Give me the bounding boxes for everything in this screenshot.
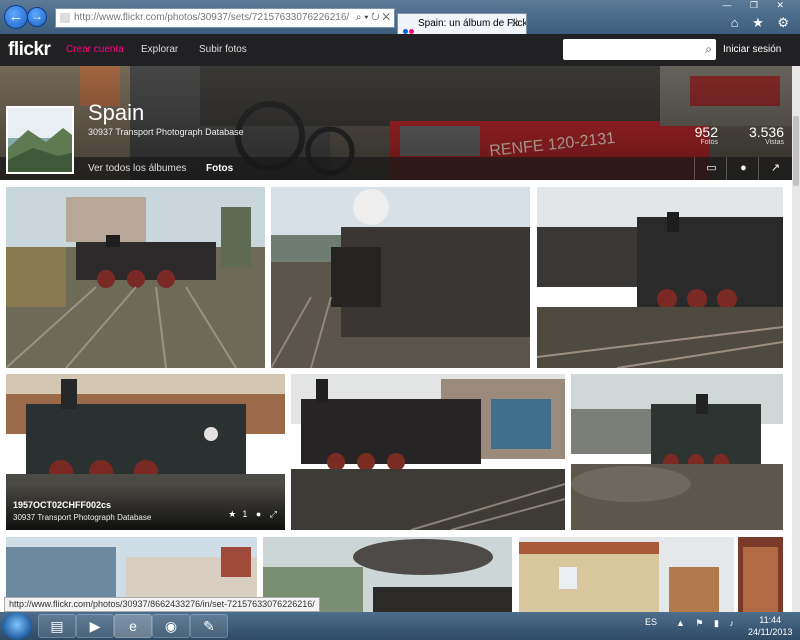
search-input[interactable]: ⌕ — [563, 39, 716, 60]
photo-image — [738, 537, 783, 617]
photo-image — [6, 187, 265, 368]
page-scrollbar[interactable] — [792, 66, 800, 612]
photo-tile[interactable] — [291, 374, 565, 530]
photo-tile[interactable] — [738, 537, 783, 617]
nav-create-account[interactable]: Crear cuenta — [66, 44, 124, 55]
slideshow-button[interactable]: ▭ — [694, 157, 728, 180]
photo-image — [271, 187, 530, 368]
comment-icon: ● — [740, 162, 747, 174]
ie-taskbar-icon[interactable]: e — [114, 614, 152, 638]
photo-author[interactable]: 30937 Transport Photograph Database — [13, 513, 151, 522]
scrollbar-thumb[interactable] — [793, 116, 799, 186]
share-icon: ↗ — [770, 162, 781, 174]
nav-explore[interactable]: Explorar — [141, 44, 178, 55]
stat-photos: 952 Fotos — [678, 124, 718, 146]
chrome-taskbar-icon[interactable]: ◉ — [152, 614, 190, 638]
album-owner[interactable]: 30937 Transport Photograph Database — [88, 127, 244, 137]
site-favicon — [60, 13, 70, 23]
explorer-taskbar-icon[interactable]: ▤ — [38, 614, 76, 638]
photo-tile[interactable] — [537, 187, 783, 368]
window-controls[interactable]: — ❐ ✕ — [722, 0, 792, 11]
stat-views: 3.536 Vistas — [738, 124, 784, 146]
windows-taskbar: ▤ ▶ e ◉ ✎ ES ▲ ⚑ ▮ ♪ 11:44 24/11/2013 — [0, 612, 800, 640]
search-icon[interactable]: ⌕ — [705, 42, 712, 57]
comment-icon[interactable]: ● — [256, 509, 261, 519]
address-bar[interactable]: http://www.flickr.com/photos/30937/sets/… — [55, 8, 395, 28]
flickr-tab-icon — [403, 22, 415, 34]
photo-title[interactable]: 1957OCT02CHFF002cs — [13, 500, 111, 510]
stat-views-value: 3.536 — [748, 124, 784, 140]
fave-star-icon[interactable]: ★ — [228, 509, 236, 519]
photo-actions: ★ 1 ● ⤢ — [222, 509, 277, 520]
language-indicator[interactable]: ES — [645, 617, 657, 627]
photo-tile[interactable] — [271, 187, 530, 368]
photo-tile[interactable] — [571, 374, 783, 530]
status-bar-url: http://www.flickr.com/photos/30937/86624… — [4, 597, 320, 612]
comments-button[interactable]: ● — [726, 157, 760, 180]
photo-tile[interactable]: 1957OCT02CHFF002cs 30937 Transport Photo… — [6, 374, 285, 530]
tab-photos[interactable]: Fotos — [206, 163, 233, 174]
start-button[interactable] — [2, 612, 32, 640]
tab-all-albums[interactable]: Ver todos los álbumes — [88, 163, 186, 174]
browser-tool-icons[interactable]: ⌂ ★ ⚙ — [731, 15, 794, 31]
login-link[interactable]: Iniciar sesión — [723, 44, 781, 55]
system-clock[interactable]: 11:44 24/11/2013 — [748, 614, 792, 638]
photo-grid: 1957OCT02CHFF002cs 30937 Transport Photo… — [0, 180, 800, 617]
browser-toolbar: ← → http://www.flickr.com/photos/30937/s… — [0, 0, 800, 34]
photo-image — [291, 374, 565, 530]
address-text: http://www.flickr.com/photos/30937/sets/… — [74, 12, 350, 23]
fave-count: 1 — [242, 509, 248, 519]
flickr-header: flickr Crear cuenta Explorar Subir fotos… — [0, 34, 800, 66]
stat-photos-value: 952 — [694, 124, 718, 140]
stat-views-label: Vistas — [765, 139, 784, 146]
tray-icons[interactable]: ▲ ⚑ ▮ ♪ — [676, 618, 738, 629]
close-tab-icon[interactable]: ✕ — [511, 14, 520, 34]
photo-image — [519, 537, 734, 617]
stat-photos-label: Fotos — [700, 139, 718, 146]
photo-image — [571, 374, 783, 530]
expand-icon[interactable]: ⤢ — [270, 509, 277, 519]
address-controls[interactable]: ⌕ ▾ ↻ ✕ — [356, 9, 390, 27]
forward-button[interactable]: → — [27, 7, 47, 27]
album-thumbnail[interactable] — [6, 106, 74, 174]
photo-tile[interactable] — [519, 537, 734, 617]
clock-time: 11:44 — [759, 615, 782, 625]
album-title: Spain — [88, 100, 145, 125]
album-cover: RENFE 120-2131 Spain 30937 Transport Pho… — [0, 66, 800, 180]
photo-tile[interactable] — [6, 187, 265, 368]
back-button[interactable]: ← — [4, 5, 28, 29]
slideshow-icon: ▭ — [706, 162, 717, 174]
clock-date: 24/11/2013 — [748, 627, 793, 637]
paint-taskbar-icon[interactable]: ✎ — [190, 614, 228, 638]
nav-upload[interactable]: Subir fotos — [199, 44, 247, 55]
browser-tab-active[interactable]: Spain: un álbum de Flickr ✕ — [397, 13, 527, 34]
flickr-logo[interactable]: flickr — [8, 39, 51, 61]
photo-image — [537, 187, 783, 368]
media-player-taskbar-icon[interactable]: ▶ — [76, 614, 114, 638]
share-button[interactable]: ↗ — [758, 157, 792, 180]
